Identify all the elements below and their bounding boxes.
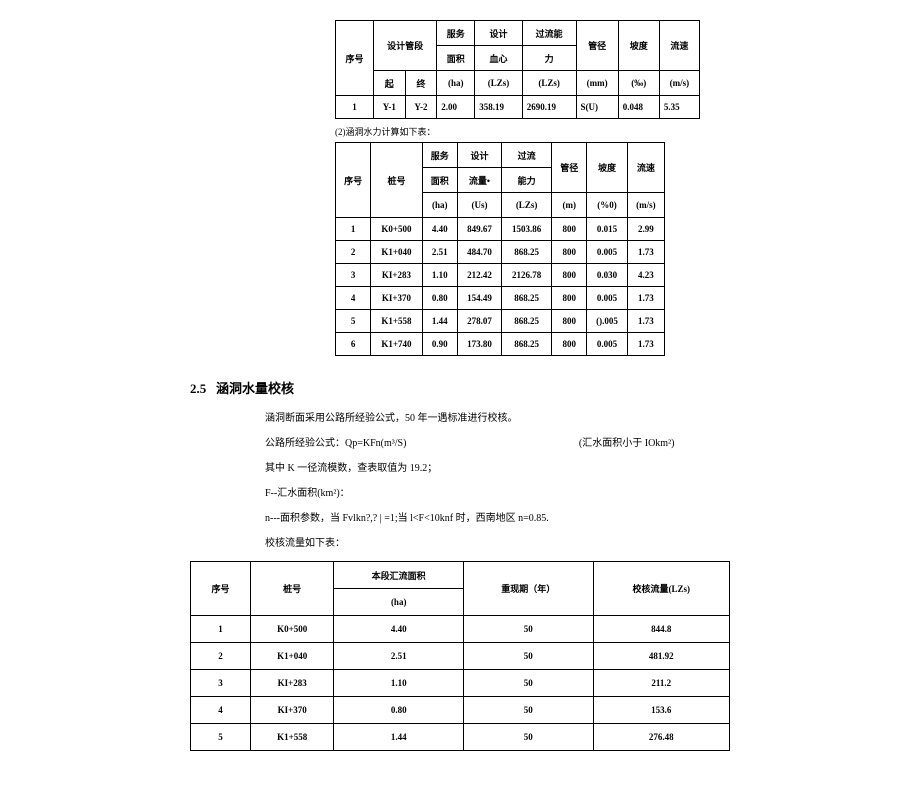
th-design1: 设计 [457,143,501,168]
th-velocity: 流速 [659,21,699,71]
th-slope: 坡度 [618,21,659,71]
table-row: 2K1+0402.5150481.92 [191,643,730,670]
section-title-text: 涵洞水量校核 [216,381,294,396]
table-row: 3KI+2831.1050211.2 [191,670,730,697]
th-overflow2: 力 [522,46,576,71]
th-diameter-unit: (m) [552,193,587,218]
paragraph: F--汇水面积(km²)： [265,486,920,501]
table-row: 1 Y-1 Y-2 2.00 358.19 2690.19 S(U) 0.048… [336,96,700,119]
th-diameter: 管径 [576,21,618,71]
th-catchment-unit: (ha) [334,589,464,616]
table-row: 6K1+7400.90173.80868.258000.0051.73 [336,333,665,356]
table-row: 3KI+2831.10212.422126.788000.0304.23 [336,264,665,287]
design-segment-table: 序号 设计管段 服务 设计 过流能 管径 坡度 流速 面积 血心 力 起 终 (… [335,20,700,119]
check-flow-table: 序号 桩号 本段汇流面积 重现期（年） 校核流量(LZs) (ha) 1K0+5… [190,561,730,751]
table-row: 4KI+3700.80154.49868.258000.0051.73 [336,287,665,310]
th-stake: 桩号 [371,143,422,218]
paragraph: 公路所经验公式：Qp=KFn(m³/S) (汇水面积小于 IOkm²) [265,436,920,451]
culvert-hydraulic-table: 序号 桩号 服务 设计 过流 管径 坡度 流速 面积 流量• 能力 (ha) (… [335,142,665,356]
th-area2: 面积 [422,168,457,193]
th-slope-unit: (%0) [587,193,627,218]
note-culvert-calc: (2)涵洞水力计算如下表： [335,125,920,138]
th-overflow2: 能力 [502,168,552,193]
formula-condition: (汇水面积小于 IOkm²) [579,436,675,451]
th-period: 重现期（年） [463,562,593,616]
section-number: 2.5 [190,381,206,396]
th-stake: 桩号 [250,562,333,616]
th-seq: 序号 [336,21,374,96]
th-zhong: 终 [405,71,437,96]
table-row: 5K1+5581.44278.07868.25800().0051.73 [336,310,665,333]
th-segment: 设计管段 [373,21,436,71]
table-row: 2K1+0402.51484.70868.258000.0051.73 [336,241,665,264]
table-row: 1K0+5004.4050844.8 [191,616,730,643]
formula-text: 公路所经验公式：Qp=KFn(m³/S) [265,438,406,449]
th-diameter-unit: (mm) [576,71,618,96]
th-overflow-unit: (LZs) [502,193,552,218]
th-catchment: 本段汇流面积 [334,562,464,589]
th-design2: 血心 [475,46,522,71]
th-area1: 服务 [437,21,475,46]
th-overflow1: 过流能 [522,21,576,46]
th-design-unit: (LZs) [475,71,522,96]
table-row: 4KI+3700.8050153.6 [191,697,730,724]
th-velocity: 流速 [627,143,664,193]
th-design2: 流量• [457,168,501,193]
th-design1: 设计 [475,21,522,46]
th-area1: 服务 [422,143,457,168]
paragraph: n---面积参数，当 Fvlkn?,? | =1;当 l<F<10knf 时，西… [265,511,920,526]
table-row: 5K1+5581.4450276.48 [191,724,730,751]
section-heading: 2.5 涵洞水量校核 [190,378,920,397]
th-overflow1: 过流 [502,143,552,168]
th-slope-unit: (‰) [618,71,659,96]
th-area-unit: (ha) [437,71,475,96]
th-slope: 坡度 [587,143,627,193]
th-velocity-unit: (m/s) [627,193,664,218]
th-qi: 起 [373,71,405,96]
th-seq: 序号 [191,562,251,616]
th-flow: 校核流量(LZs) [593,562,729,616]
paragraph: 涵洞断面采用公路所经验公式，50 年一遇标准进行校核。 [265,411,920,426]
th-velocity-unit: (m/s) [659,71,699,96]
paragraph: 其中 K 一径流模数，查表取值为 19.2； [265,461,920,476]
th-overflow-unit: (LZs) [522,71,576,96]
th-area2: 面积 [437,46,475,71]
th-design-unit: (Us) [457,193,501,218]
th-seq: 序号 [336,143,371,218]
th-area-unit: (ha) [422,193,457,218]
table-row: 1K0+5004.40849.671503.868000.0152.99 [336,218,665,241]
th-diameter: 管径 [552,143,587,193]
paragraph: 校核流量如下表： [265,536,920,551]
